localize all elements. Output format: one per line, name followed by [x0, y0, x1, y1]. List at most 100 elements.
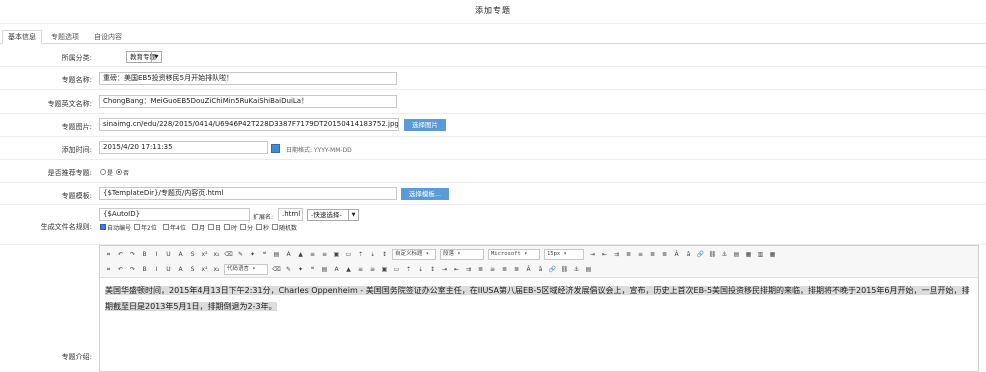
chart-icon[interactable]: ≣: [512, 265, 521, 274]
split-cols-icon[interactable]: ≣: [500, 265, 509, 274]
align-justify-icon[interactable]: ≣: [660, 250, 669, 259]
search-replace-icon[interactable]: 🔗: [548, 265, 557, 274]
merge-right-icon[interactable]: ⇤: [452, 265, 461, 274]
align-right-icon[interactable]: ≣: [648, 250, 657, 259]
add-time-input[interactable]: 2015/4/20 17:11:35: [99, 141, 268, 154]
quick-select[interactable]: -快速选择- ▼: [307, 209, 359, 221]
recommend-yes-radio[interactable]: [100, 169, 106, 175]
recommend-no-radio[interactable]: [116, 169, 122, 175]
insert-col-icon[interactable]: ⇣: [416, 265, 425, 274]
print-icon[interactable]: Â: [524, 265, 533, 274]
anchor-icon[interactable]: ⚓: [720, 250, 729, 259]
hour-checkbox[interactable]: [224, 224, 230, 230]
font-color-icon[interactable]: A: [284, 250, 293, 259]
select-all-icon[interactable]: ▣: [332, 250, 341, 259]
format-match-icon[interactable]: ✎: [236, 250, 245, 259]
time-icon[interactable]: ▤: [320, 265, 329, 274]
tab-custom-content[interactable]: 自设内容: [88, 30, 128, 44]
merge-cells-icon[interactable]: ⇥: [440, 265, 449, 274]
font-family-dropdown[interactable]: Microsoft ▾: [488, 249, 540, 260]
month-checkbox[interactable]: [192, 224, 198, 230]
code-icon[interactable]: ⌫: [272, 265, 281, 274]
ltr-icon[interactable]: ⇥: [588, 250, 597, 259]
rtl-icon[interactable]: ⇤: [600, 250, 609, 259]
blockquote-icon[interactable]: ❝: [260, 250, 269, 259]
multi-image-icon[interactable]: ↶: [116, 265, 125, 274]
font-size-dropdown[interactable]: 15px ▾: [544, 249, 584, 260]
auto-format-icon[interactable]: ✦: [248, 250, 257, 259]
calendar-icon[interactable]: [271, 144, 280, 153]
horizontal-icon[interactable]: ✦: [296, 265, 305, 274]
category-select[interactable]: 教育专题 ▼: [126, 51, 162, 63]
undo-icon[interactable]: ↶: [116, 250, 125, 259]
align-left-icon[interactable]: ≣: [624, 250, 633, 259]
image-right-icon[interactable]: ▥: [756, 250, 765, 259]
superscript-icon[interactable]: x²: [200, 250, 209, 259]
merge-down-icon[interactable]: ⇉: [464, 265, 473, 274]
emotion-icon[interactable]: ↷: [128, 265, 137, 274]
unlink-icon[interactable]: ⛓: [708, 250, 717, 259]
insert-image-icon[interactable]: ⌗: [104, 265, 113, 274]
font-border-icon[interactable]: A: [176, 250, 185, 259]
italic-icon[interactable]: I: [152, 250, 161, 259]
paragraph-format-dropdown[interactable]: 段落 ▾: [440, 249, 484, 260]
unordered-list-icon[interactable]: ≡: [320, 250, 329, 259]
name-input[interactable]: 重磅：美国EB5投资移民5月开始排队啦！: [99, 72, 397, 85]
year4-checkbox[interactable]: [163, 224, 169, 230]
bold-icon[interactable]: B: [140, 250, 149, 259]
clear-doc-icon[interactable]: ▭: [344, 250, 353, 259]
extension-input[interactable]: .html: [278, 208, 303, 221]
english-name-input[interactable]: ChongBang：MeiGuoEB5DouZiChiMin5RuKaiShiB…: [99, 95, 397, 108]
rich-text-editor[interactable]: ⌗ ↶ ↷ B I U A Sx² x₂ ⌫ ✎ ✦ ❝ ▤ A ▲ ≡ ≡ ▣ ▭ ⇡ ⇣ ↕ 自定义标题 ▾ 段落 ▾ Mic…: [99, 245, 979, 372]
image-center-icon[interactable]: ▦: [768, 250, 777, 259]
row-spacing-bottom-icon[interactable]: ⇣: [368, 250, 377, 259]
template-input[interactable]: {$TemplateDir}/专题页/内容页.html: [99, 187, 397, 200]
editor-content[interactable]: 美国华盛顿时间，2015年4月13日下午2:31分，Charles Oppenh…: [105, 283, 973, 315]
auto-number-checkbox[interactable]: [100, 224, 106, 230]
help-icon[interactable]: ⛓: [560, 265, 569, 274]
date-icon[interactable]: ❝: [308, 265, 317, 274]
html-icon[interactable]: ⌗: [104, 250, 113, 259]
insert-row-icon[interactable]: ▭: [392, 265, 401, 274]
indent-icon[interactable]: ⇉: [612, 250, 621, 259]
template-icon[interactable]: ⚓: [572, 265, 581, 274]
day-checkbox[interactable]: [208, 224, 214, 230]
ordered-list-icon[interactable]: ≡: [308, 250, 317, 259]
random-checkbox[interactable]: [272, 224, 278, 230]
split-cells-icon[interactable]: ≣: [476, 265, 485, 274]
align-center-icon[interactable]: ≡: [636, 250, 645, 259]
image-input[interactable]: sinaimg.cn/edu/228/2015/0414/U6946P42T22…: [99, 118, 399, 131]
tab-topic-options[interactable]: 专题选项: [45, 30, 85, 44]
subscript-icon[interactable]: x₂: [212, 250, 221, 259]
preview-icon[interactable]: â: [536, 265, 545, 274]
strikethrough-icon[interactable]: S: [188, 250, 197, 259]
code-language-dropdown[interactable]: 代码语言 ▾: [224, 264, 268, 275]
snapscreen-icon[interactable]: ▲: [344, 265, 353, 274]
select-template-button[interactable]: 选择模板...: [401, 188, 449, 200]
scrawl-icon[interactable]: B: [140, 265, 149, 274]
word-image-icon[interactable]: ≡: [356, 265, 365, 274]
image-left-icon[interactable]: ▤: [732, 250, 741, 259]
split-rows-icon[interactable]: ≡: [488, 265, 497, 274]
touppercase-icon[interactable]: Â: [672, 250, 681, 259]
row-spacing-top-icon[interactable]: ⇡: [356, 250, 365, 259]
tab-basic-info[interactable]: 基本信息: [2, 30, 42, 44]
special-char-icon[interactable]: A: [332, 265, 341, 274]
select-image-button[interactable]: 选择图片: [404, 119, 446, 131]
tolowercase-icon[interactable]: â: [684, 250, 693, 259]
background-color-icon[interactable]: ▲: [296, 250, 305, 259]
paste-plain-icon[interactable]: ▤: [272, 250, 281, 259]
link-icon[interactable]: 🔗: [696, 250, 705, 259]
insert-music-icon[interactable]: U: [164, 265, 173, 274]
map-icon[interactable]: S: [188, 265, 197, 274]
gmap-icon[interactable]: x²: [200, 265, 209, 274]
underline-icon[interactable]: U: [164, 250, 173, 259]
table-icon[interactable]: ≡: [368, 265, 377, 274]
page-break-icon[interactable]: ✎: [284, 265, 293, 274]
image-none-icon[interactable]: ▦: [744, 250, 753, 259]
heading-style-dropdown[interactable]: 自定义标题 ▾: [392, 249, 436, 260]
eraser-icon[interactable]: ⌫: [224, 250, 233, 259]
delete-col-icon[interactable]: ↕: [428, 265, 437, 274]
line-height-icon[interactable]: ↕: [380, 250, 389, 259]
delete-row-icon[interactable]: ⇡: [404, 265, 413, 274]
